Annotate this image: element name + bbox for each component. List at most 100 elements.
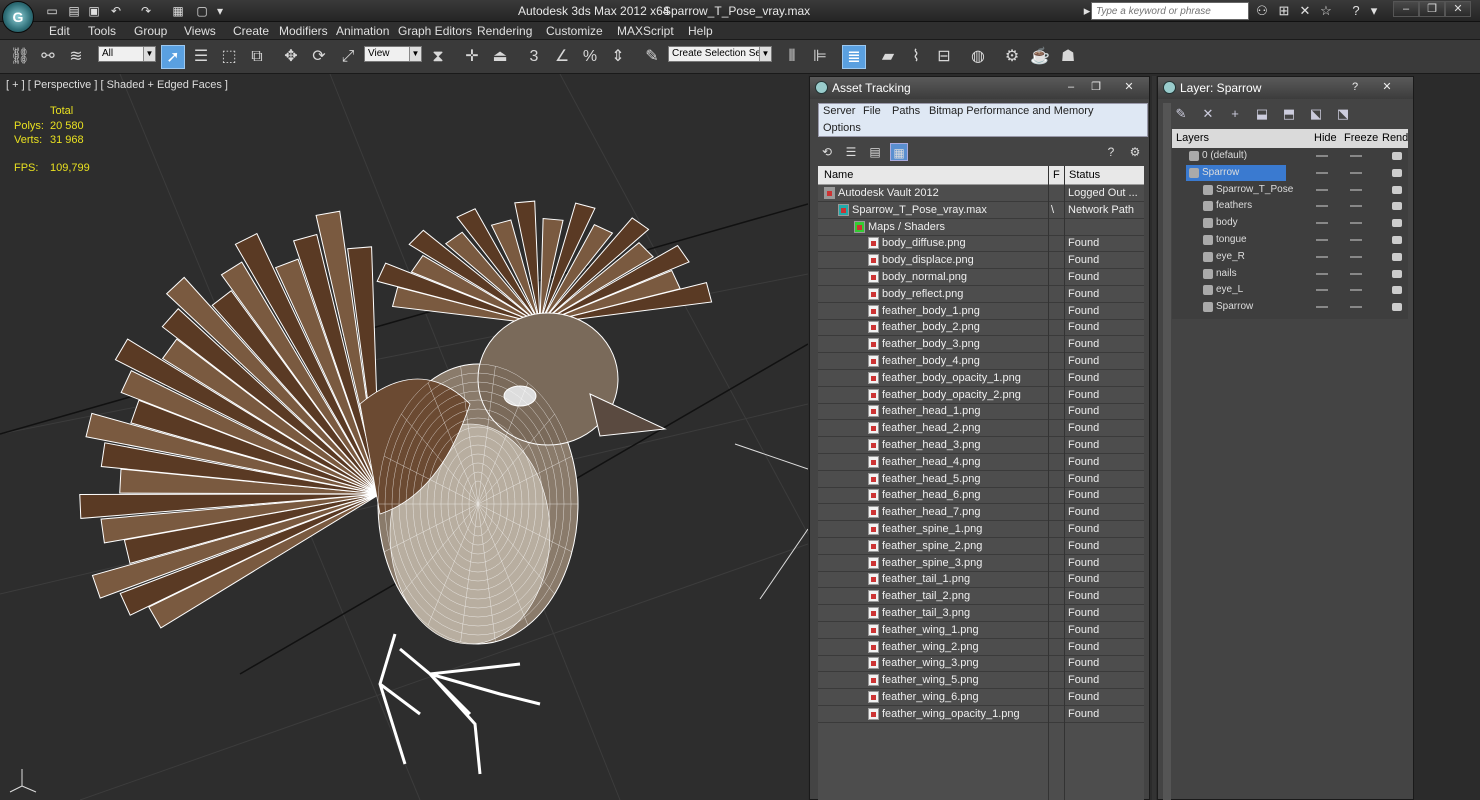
menu-views[interactable]: Views xyxy=(184,24,216,38)
minimize-button[interactable]: – xyxy=(1060,79,1082,95)
asset-menu-bitmap-performance[interactable]: Bitmap Performance and Memory xyxy=(929,105,1093,117)
menu-create[interactable]: Create xyxy=(233,24,269,38)
rotate-icon[interactable]: ⟳ xyxy=(307,45,331,69)
render-toggle-icon[interactable] xyxy=(1392,252,1402,261)
asset-row[interactable]: feather_head_3.png Found xyxy=(818,437,1144,454)
layer-row[interactable]: Sparrow_T_Pose xyxy=(1172,182,1408,199)
close-button[interactable]: ✕ xyxy=(1376,79,1398,95)
asset-row[interactable]: feather_wing_6.png Found xyxy=(818,689,1144,706)
freeze-toggle[interactable] xyxy=(1350,306,1362,309)
hide-all-icon[interactable]: ⬕ xyxy=(1307,105,1325,123)
asset-row[interactable]: feather_wing_1.png Found xyxy=(818,622,1144,639)
keyboard-shortcut-icon[interactable]: ⏏ xyxy=(488,45,512,69)
asset-menu-paths[interactable]: Paths xyxy=(892,105,920,117)
asset-row[interactable]: feather_body_opacity_2.png Found xyxy=(818,387,1144,404)
asset-row[interactable]: feather_body_2.png Found xyxy=(818,319,1144,337)
menu-maxscript[interactable]: MAXScript xyxy=(617,24,674,38)
asset-row[interactable]: feather_head_1.png Found xyxy=(818,403,1144,421)
spinner-snap-icon[interactable]: ⇕ xyxy=(606,45,630,69)
layer-manager-icon[interactable]: ≣ xyxy=(842,45,866,69)
menu-edit[interactable]: Edit xyxy=(49,24,70,38)
asset-row[interactable]: feather_head_2.png Found xyxy=(818,420,1144,438)
asset-row[interactable]: feather_spine_1.png Found xyxy=(818,521,1144,538)
asset-row[interactable]: feather_head_7.png Found xyxy=(818,504,1144,522)
asset-row[interactable]: feather_spine_3.png Found xyxy=(818,555,1144,572)
open-file-icon[interactable]: ▤ xyxy=(66,3,82,19)
freeze-toggle[interactable] xyxy=(1350,289,1362,292)
menu-animation[interactable]: Animation xyxy=(336,24,389,38)
rectangular-selection-icon[interactable]: ⬚ xyxy=(217,45,241,69)
refresh-icon[interactable]: ⟲ xyxy=(818,143,836,161)
scale-icon[interactable]: ⤢ xyxy=(336,45,360,69)
hide-toggle[interactable] xyxy=(1316,222,1328,225)
link-icon[interactable]: ⛓ xyxy=(8,45,32,69)
hide-toggle[interactable] xyxy=(1316,205,1328,208)
freeze-toggle[interactable] xyxy=(1350,255,1362,258)
asset-row[interactable]: feather_spine_2.png Found xyxy=(818,538,1144,555)
asset-row[interactable]: feather_wing_5.png Found xyxy=(818,672,1144,690)
graphite-modeling-icon[interactable]: ▰ xyxy=(876,45,900,69)
exchange-icon[interactable]: ✕ xyxy=(1297,3,1313,19)
freeze-toggle[interactable] xyxy=(1350,205,1362,208)
render-toggle-icon[interactable] xyxy=(1392,303,1402,312)
layer-row[interactable]: eye_L xyxy=(1172,282,1408,299)
render-toggle-icon[interactable] xyxy=(1392,236,1402,244)
render-toggle-icon[interactable] xyxy=(1392,286,1402,295)
options-icon[interactable]: ⚙ xyxy=(1126,143,1144,161)
named-selection-set-dropdown[interactable]: Create Selection Se ▼ xyxy=(668,46,772,62)
unlink-icon[interactable]: ⚯ xyxy=(36,45,60,69)
column-status[interactable]: Status xyxy=(1069,169,1100,181)
material-editor-icon[interactable]: ◍ xyxy=(966,45,990,69)
asset-row[interactable]: feather_wing_3.png Found xyxy=(818,655,1144,673)
schematic-view-icon[interactable]: ⊟ xyxy=(932,45,956,69)
asset-row[interactable]: body_diffuse.png Found xyxy=(818,235,1144,253)
maximize-button[interactable]: ❐ xyxy=(1085,79,1107,95)
redo-icon[interactable]: ↷ xyxy=(138,3,154,19)
render-toggle-icon[interactable] xyxy=(1392,168,1402,177)
bind-space-warp-icon[interactable]: ≋ xyxy=(64,45,88,69)
selection-filter-dropdown[interactable]: All ▼ xyxy=(98,46,156,62)
hide-toggle[interactable] xyxy=(1316,239,1328,241)
window-crossing-icon[interactable]: ⧉ xyxy=(245,45,269,69)
percent-snap-icon[interactable]: % xyxy=(578,45,602,69)
asset-row[interactable]: feather_head_4.png Found xyxy=(818,454,1144,471)
menu-tools[interactable]: Tools xyxy=(88,24,116,38)
select-by-name-icon[interactable]: ☰ xyxy=(189,45,213,69)
add-to-layer-icon[interactable]: + xyxy=(1226,105,1244,123)
menu-modifiers[interactable]: Modifiers xyxy=(279,24,328,38)
hide-toggle[interactable] xyxy=(1316,306,1328,309)
edit-named-selection-icon[interactable]: ✎ xyxy=(640,45,664,69)
asset-row[interactable]: feather_wing_opacity_1.png Found xyxy=(818,706,1144,723)
layer-row[interactable]: eye_R xyxy=(1172,249,1408,266)
menu-rendering[interactable]: Rendering xyxy=(477,24,532,38)
menu-customize[interactable]: Customize xyxy=(546,24,603,38)
app-logo[interactable]: G xyxy=(2,1,34,33)
new-file-icon[interactable]: ▭ xyxy=(44,3,60,19)
asset-menu-options[interactable]: Options xyxy=(823,122,861,134)
asset-row[interactable]: Sparrow_T_Pose_vray.max \ Network Path xyxy=(818,202,1144,219)
star-icon[interactable]: ☆ xyxy=(1318,3,1334,19)
pivot-center-icon[interactable]: ⧗ xyxy=(426,45,450,69)
asset-row[interactable]: feather_body_1.png Found xyxy=(818,303,1144,320)
render-toggle-icon[interactable] xyxy=(1392,152,1402,160)
chevron-down-icon[interactable]: ▾ xyxy=(212,3,228,19)
freeze-toggle[interactable] xyxy=(1350,171,1362,174)
asset-row[interactable]: Maps / Shaders xyxy=(818,219,1144,236)
highlight-selected-icon[interactable]: ⬒ xyxy=(1280,105,1298,123)
asset-row[interactable]: feather_tail_1.png Found xyxy=(818,571,1144,589)
column-name[interactable]: Name xyxy=(824,169,853,181)
asset-menu-file[interactable]: File xyxy=(863,105,881,117)
angle-snap-icon[interactable]: ∠ xyxy=(550,45,574,69)
asset-tracking-titlebar[interactable]: Asset Tracking – ❐ ✕ xyxy=(810,77,1149,99)
help-icon[interactable]: ? xyxy=(1344,79,1366,95)
layer-row[interactable]: tongue xyxy=(1172,232,1408,249)
freeze-all-icon[interactable]: ⬔ xyxy=(1334,105,1352,123)
close-button[interactable]: ✕ xyxy=(1118,79,1140,95)
search-input[interactable] xyxy=(1091,2,1249,20)
hide-toggle[interactable] xyxy=(1316,171,1328,174)
hide-toggle[interactable] xyxy=(1316,188,1328,191)
project-folder-icon[interactable]: ▦ xyxy=(170,3,186,19)
select-manipulate-icon[interactable]: ✛ xyxy=(460,45,484,69)
asset-row[interactable]: feather_body_3.png Found xyxy=(818,336,1144,354)
render-toggle-icon[interactable] xyxy=(1392,185,1402,194)
